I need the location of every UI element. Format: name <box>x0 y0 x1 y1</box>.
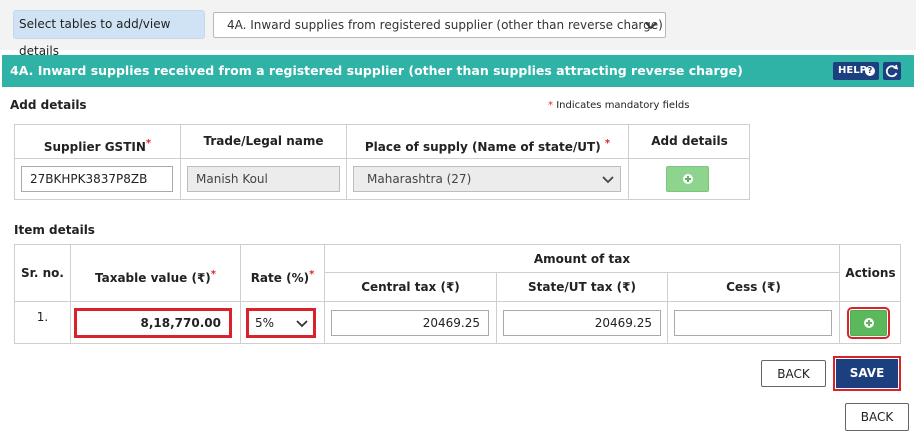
item-details-title: Item details <box>14 223 95 237</box>
central-tax-input[interactable]: 20469.25 <box>331 310 489 336</box>
col-header-taxable-value: Taxable value (₹)* <box>71 245 241 302</box>
col-header-amount-of-tax: Amount of tax <box>325 245 840 273</box>
place-of-supply-value: Maharashtra (27) <box>367 172 472 186</box>
add-item-button[interactable] <box>847 307 890 339</box>
col-header-state-tax: State/UT tax (₹) <box>497 273 668 302</box>
rate-value: 5% <box>255 316 275 330</box>
section-title: 4A. Inward supplies received from a regi… <box>2 55 914 87</box>
add-details-title: Add details <box>10 98 87 112</box>
col-header-trade-name: Trade/Legal name <box>181 125 347 159</box>
page-back-button[interactable]: BACK <box>845 403 909 431</box>
place-of-supply-select[interactable]: Maharashtra (27) <box>353 166 621 192</box>
refresh-button[interactable] <box>883 62 901 80</box>
table-selector-value: 4A. Inward supplies from registered supp… <box>227 18 663 32</box>
col-header-actions: Actions <box>840 245 901 302</box>
help-button[interactable]: HELP ? <box>833 62 879 80</box>
chevron-down-icon <box>296 320 308 328</box>
save-button[interactable]: SAVE <box>833 356 901 391</box>
col-header-add-details: Add details <box>629 125 750 159</box>
state-tax-input[interactable]: 20469.25 <box>503 310 661 336</box>
add-details-button[interactable] <box>666 166 709 192</box>
col-header-cess: Cess (₹) <box>668 273 840 302</box>
question-icon: ? <box>865 66 875 76</box>
taxable-value-input[interactable]: 8,18,770.00 <box>74 308 232 338</box>
supplier-details-table: Supplier GSTIN* Trade/Legal name Place o… <box>14 124 750 200</box>
table-selector-label: Select tables to add/view details <box>13 10 205 58</box>
col-header-sr-no: Sr. no. <box>15 245 71 302</box>
col-header-rate: Rate (%)* <box>241 245 325 302</box>
chevron-down-icon <box>645 22 657 30</box>
rate-select[interactable]: 5% <box>246 308 316 338</box>
mandatory-note: * Indicates mandatory fields <box>548 100 690 111</box>
plus-icon <box>682 174 693 184</box>
refresh-icon <box>885 64 899 78</box>
cess-input[interactable] <box>674 310 832 336</box>
back-button[interactable]: BACK <box>761 360 826 387</box>
trade-name-field: Manish Koul <box>187 166 340 192</box>
col-header-gstin: Supplier GSTIN* <box>15 125 181 159</box>
table-selector-dropdown[interactable]: 4A. Inward supplies from registered supp… <box>213 12 666 38</box>
chevron-down-icon <box>602 176 614 184</box>
sr-no-cell: 1. <box>15 302 71 344</box>
help-label: HELP <box>838 65 867 76</box>
col-header-place-of-supply: Place of supply (Name of state/UT) * <box>347 125 629 159</box>
col-header-central-tax: Central tax (₹) <box>325 273 497 302</box>
item-details-table: Sr. no. Taxable value (₹)* Rate (%)* Amo… <box>14 244 901 344</box>
supplier-gstin-input[interactable]: 27BKHPK3837P8ZB <box>21 166 173 192</box>
plus-icon <box>863 318 874 328</box>
